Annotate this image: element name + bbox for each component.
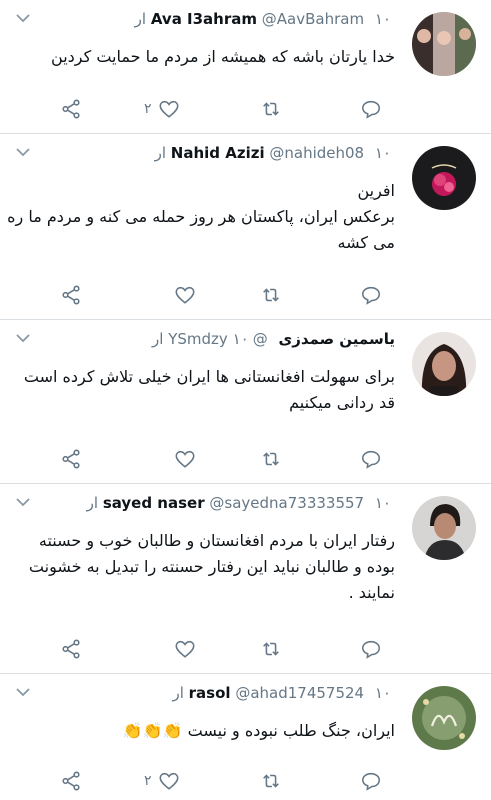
avatar[interactable] (412, 332, 476, 396)
tweet-feed: Ava I3ahram @AavBahram ۱۰ ار خدا یارتان … (0, 0, 491, 800)
avatar[interactable] (412, 146, 476, 210)
tweet-text-content: ایران، جنگ طلب نبوده و نیست (187, 721, 395, 740)
tweet-header: یاسمین صمدزی @YSmdzy ۱۰ ار (40, 328, 395, 350)
tweet-text-line: رفتار ایران با مردم افغانستان و طالبان خ… (38, 531, 395, 550)
handle[interactable]: @nahideh08 (269, 144, 364, 162)
chevron-down-icon[interactable] (14, 144, 32, 158)
reply-icon (361, 772, 381, 791)
share-icon (62, 639, 80, 659)
display-name[interactable]: Nahid Azizi (171, 144, 265, 162)
like-button[interactable] (174, 282, 196, 308)
avatar[interactable] (412, 496, 476, 560)
tweet-text-line: نمایند . (348, 583, 395, 602)
tweet-text-line: افرین (357, 181, 395, 200)
share-button[interactable] (60, 636, 82, 662)
heart-icon (159, 100, 179, 118)
reply-button[interactable] (360, 96, 382, 122)
tweet-actions: ۲ (60, 96, 400, 122)
tweet[interactable]: Nahid Azizi @nahideh08 ۱۰ ار افرین برعکس… (0, 134, 491, 320)
tweet-text: برای سهولت افغانستانی ها ایران خیلی تلاش… (22, 364, 395, 416)
reply-icon (361, 450, 381, 469)
handle[interactable]: @AavBahram (262, 10, 364, 28)
tweet-text-line: برعکس ایران، پاکستان هر روز حمله می کنه … (7, 207, 395, 226)
retweet-button[interactable] (260, 636, 282, 662)
handle[interactable]: @sayedna73333557 (209, 494, 364, 512)
chevron-down-icon[interactable] (14, 330, 32, 344)
tweet-text-line: بوده و طالبان نباید این رفتار حسنته را ت… (28, 557, 395, 576)
tweet-actions (60, 282, 400, 308)
tweet-text: افرین برعکس ایران، پاکستان هر روز حمله م… (7, 178, 395, 256)
like-count: ۲ (144, 101, 152, 117)
display-name[interactable]: Ava I3ahram (151, 10, 257, 28)
share-button[interactable] (60, 282, 82, 308)
chevron-down-icon[interactable] (14, 10, 32, 24)
tweet-text-line: ایران، جنگ طلب نبوده و نیست 👏👏👏 (22, 718, 395, 744)
avatar[interactable] (412, 686, 476, 750)
display-name[interactable]: یاسمین صمدزی (278, 330, 395, 348)
share-button[interactable] (60, 96, 82, 122)
tweet-text-line: می کشه (337, 233, 395, 252)
like-button[interactable]: ۲ (144, 768, 180, 794)
tweet-actions: ۲ (60, 768, 400, 794)
chevron-down-icon[interactable] (14, 494, 32, 508)
tweet-text-line: خدا یارتان باشه که همیشه از مردم ما حمای… (51, 47, 395, 66)
reply-icon (361, 286, 381, 305)
share-button[interactable] (60, 768, 82, 794)
chevron-down-icon[interactable] (14, 684, 32, 698)
retweet-icon (263, 774, 279, 788)
handle[interactable]: @YSmdzy (168, 330, 267, 348)
tweet-text-line: برای سهولت افغانستانی ها ایران خیلی تلاش… (23, 367, 395, 386)
like-count: ۲ (144, 773, 152, 789)
retweet-button[interactable] (260, 768, 282, 794)
tweet-actions (60, 446, 400, 472)
avatar[interactable] (412, 12, 476, 76)
heart-icon (159, 772, 179, 790)
display-name[interactable]: rasol (189, 684, 231, 702)
share-icon (62, 285, 80, 305)
reply-button[interactable] (360, 282, 382, 308)
tweet[interactable]: یاسمین صمدزی @YSmdzy ۱۰ ار برای سهولت اف… (0, 320, 491, 484)
tweet-header: Ava I3ahram @AavBahram ۱۰ ار (40, 8, 395, 30)
retweet-button[interactable] (260, 96, 282, 122)
tweet-actions (60, 636, 400, 662)
heart-icon (175, 640, 195, 658)
heart-icon (175, 450, 195, 468)
tweet-text: خدا یارتان باشه که همیشه از مردم ما حمای… (22, 44, 395, 70)
reply-button[interactable] (360, 768, 382, 794)
tweet-header: rasol @ahad17457524 ۱۰ ار (40, 682, 395, 704)
heart-icon (175, 286, 195, 304)
clapping-emoji: 👏👏👏 (122, 721, 183, 740)
share-icon (62, 449, 80, 469)
reply-button[interactable] (360, 446, 382, 472)
share-icon (62, 99, 80, 119)
like-button[interactable] (174, 636, 196, 662)
tweet-header: Nahid Azizi @nahideh08 ۱۰ ار (40, 142, 395, 164)
reply-button[interactable] (360, 636, 382, 662)
tweet[interactable]: sayed naser @sayedna73333557 ۱۰ ار رفتار… (0, 484, 491, 674)
retweet-icon (263, 102, 279, 116)
retweet-icon (263, 642, 279, 656)
reply-icon (361, 100, 381, 119)
handle[interactable]: @ahad17457524 (235, 684, 364, 702)
tweet-text-line: قد ردانی میکنیم (289, 393, 395, 412)
tweet-text: ایران، جنگ طلب نبوده و نیست 👏👏👏 (22, 718, 395, 744)
display-name[interactable]: sayed naser (103, 494, 205, 512)
retweet-button[interactable] (260, 282, 282, 308)
like-button[interactable] (174, 446, 196, 472)
tweet[interactable]: rasol @ahad17457524 ۱۰ ار ایران، جنگ طلب… (0, 674, 491, 800)
share-button[interactable] (60, 446, 82, 472)
tweet-text: رفتار ایران با مردم افغانستان و طالبان خ… (22, 528, 395, 606)
tweet-header: sayed naser @sayedna73333557 ۱۰ ار (40, 492, 395, 514)
reply-icon (361, 640, 381, 659)
retweet-icon (263, 452, 279, 466)
retweet-icon (263, 288, 279, 302)
retweet-button[interactable] (260, 446, 282, 472)
tweet[interactable]: Ava I3ahram @AavBahram ۱۰ ار خدا یارتان … (0, 0, 491, 134)
like-button[interactable]: ۲ (144, 96, 180, 122)
share-icon (62, 771, 80, 791)
